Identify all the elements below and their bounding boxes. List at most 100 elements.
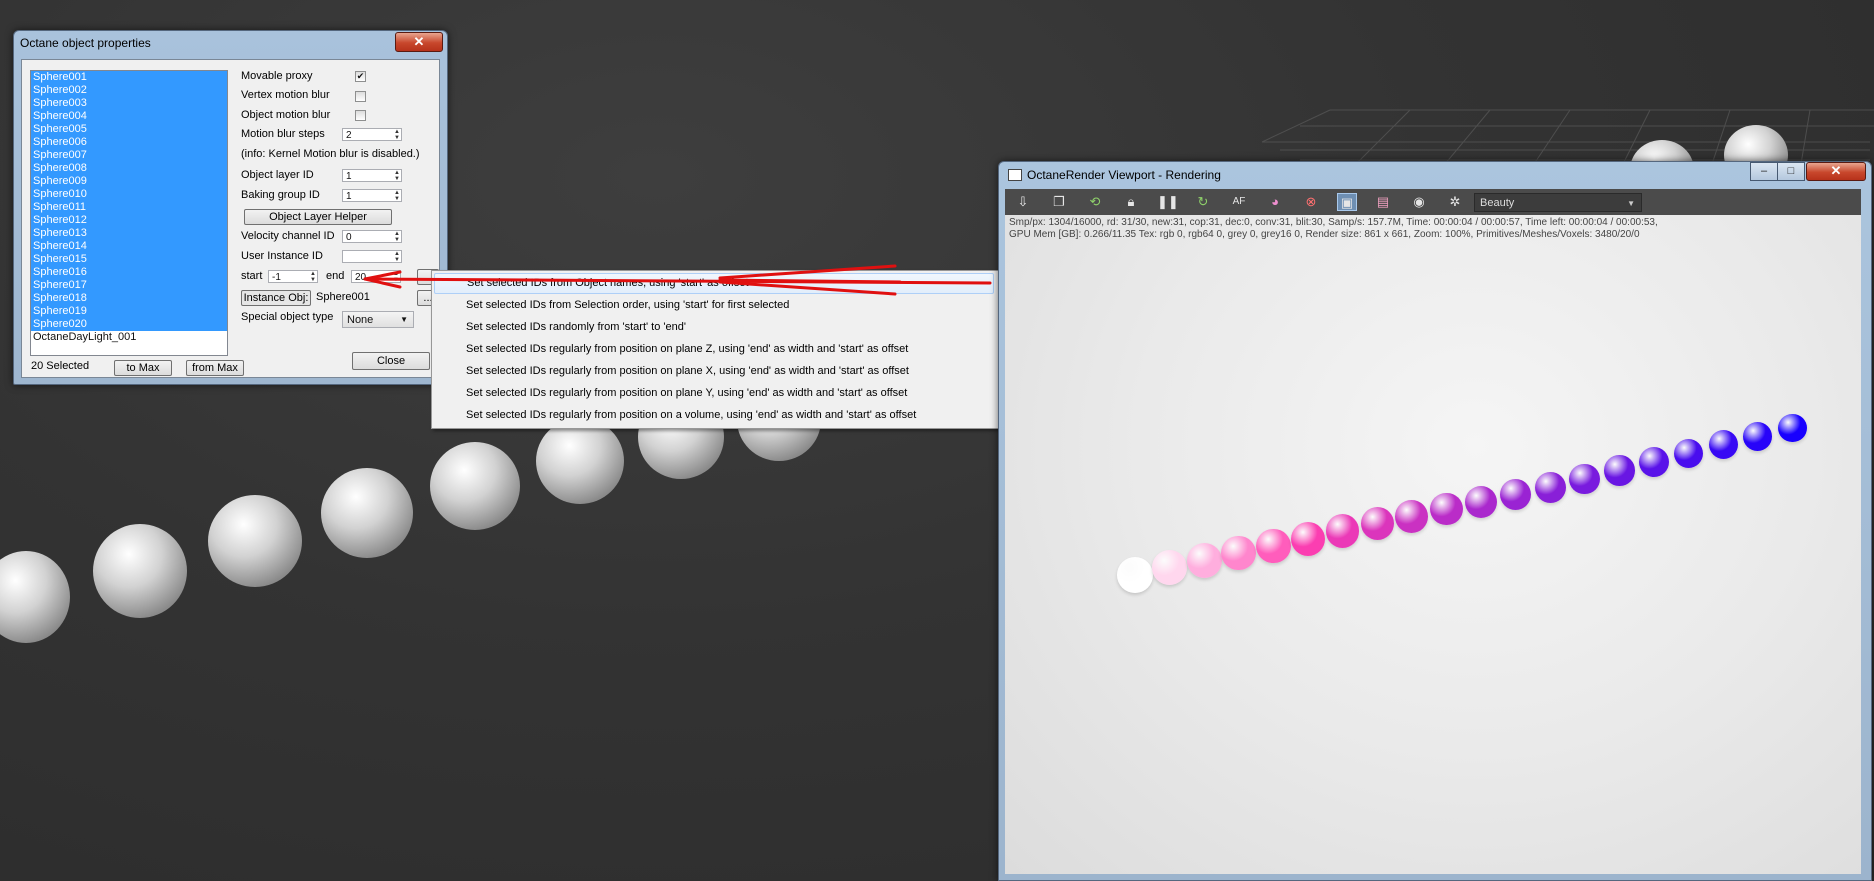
spinner-arrows-icon[interactable]: ▲ ▼: [394, 129, 400, 141]
motion-blur-steps-spinner[interactable]: 2 ▲ ▼: [342, 128, 402, 141]
list-item[interactable]: Sphere012: [31, 214, 227, 227]
baking-group-id-spinner[interactable]: 1 ▲ ▼: [342, 189, 402, 202]
spinner-arrows-icon[interactable]: ▲ ▼: [310, 271, 316, 283]
af-icon[interactable]: AF: [1229, 193, 1249, 211]
close-button[interactable]: Close: [352, 352, 430, 370]
list-item[interactable]: Sphere008: [31, 162, 227, 175]
object-layer-helper-button[interactable]: Object Layer Helper: [244, 209, 392, 225]
motion-blur-steps-label: Motion blur steps: [241, 128, 325, 140]
viewport-toolbar: ⇩ ❐ ⟲ 🔒︎ ❚❚ ↻ AF ◕ ⊗ ▣ ▤ ◉ ✲ Beauty ▼: [1005, 189, 1861, 215]
sphere: [93, 524, 187, 618]
menu-item[interactable]: Set selected IDs regularly from position…: [434, 339, 994, 360]
rendered-sphere: [1465, 486, 1497, 518]
list-item[interactable]: Sphere011: [31, 201, 227, 214]
instance-obj-button[interactable]: Instance Obj:: [241, 290, 311, 306]
dialog-title: Octane object properties: [20, 36, 151, 50]
list-item[interactable]: Sphere019: [31, 305, 227, 318]
list-item[interactable]: Sphere020: [31, 318, 227, 331]
sphere: [430, 442, 520, 530]
special-object-type-select[interactable]: None ▼: [342, 311, 414, 328]
render-pass-value: Beauty: [1480, 197, 1515, 209]
stats-line-2: GPU Mem [GB]: 0.266/11.35 Tex: rgb 0, rg…: [1009, 229, 1640, 240]
sphere: [208, 495, 302, 587]
sphere: [0, 551, 70, 643]
list-item[interactable]: Sphere018: [31, 292, 227, 305]
region-icon[interactable]: ▣: [1337, 193, 1357, 211]
rendered-sphere: [1256, 528, 1291, 563]
baking-group-id-value: 1: [346, 191, 352, 202]
refresh-icon[interactable]: ↻: [1193, 193, 1213, 211]
from-max-button[interactable]: from Max: [186, 360, 244, 376]
menu-item[interactable]: Set selected IDs randomly from 'start' t…: [434, 317, 994, 338]
settings-cross-icon[interactable]: ⊗: [1301, 193, 1321, 211]
special-object-type-label: Special object type: [241, 311, 334, 323]
rendered-sphere: [1221, 535, 1257, 571]
chevron-down-icon: ▼: [1627, 199, 1635, 208]
rendered-sphere: [1743, 422, 1773, 451]
menu-item[interactable]: Set selected IDs regularly from position…: [434, 383, 994, 404]
selected-count: 20 Selected: [31, 360, 90, 372]
list-item[interactable]: Sphere013: [31, 227, 227, 240]
object-motion-blur-checkbox[interactable]: [355, 110, 366, 121]
camera-icon[interactable]: ◉: [1409, 193, 1429, 211]
list-item[interactable]: Sphere016: [31, 266, 227, 279]
to-max-button[interactable]: to Max: [114, 360, 172, 376]
export-icon[interactable]: ⇩: [1013, 193, 1033, 211]
spinner-arrows-icon[interactable]: ▲ ▼: [394, 170, 400, 182]
object-list[interactable]: Sphere001 Sphere002 Sphere003 Sphere004 Sphe…: [30, 70, 228, 356]
list-item[interactable]: Sphere002: [31, 84, 227, 97]
viewport-close-icon[interactable]: ✕: [1806, 162, 1866, 181]
list-item[interactable]: Sphere015: [31, 253, 227, 266]
dialog-close-icon[interactable]: ✕: [395, 32, 443, 52]
list-item[interactable]: OctaneDayLight_001: [31, 331, 227, 344]
lock-icon[interactable]: 🔒︎: [1121, 193, 1141, 211]
object-layer-id-spinner[interactable]: 1 ▲ ▼: [342, 169, 402, 182]
list-item[interactable]: Sphere007: [31, 149, 227, 162]
start-spinner[interactable]: -1 ▲ ▼: [268, 270, 318, 283]
restart-icon[interactable]: ⟲: [1085, 193, 1105, 211]
list-item[interactable]: Sphere006: [31, 136, 227, 149]
minimize-icon[interactable]: –: [1750, 162, 1778, 181]
rendered-sphere: [1291, 521, 1325, 556]
rendered-sphere: [1604, 455, 1635, 486]
object-layer-id-label: Object layer ID: [241, 169, 314, 181]
vertex-motion-blur-label: Vertex motion blur: [241, 89, 330, 101]
list-item[interactable]: Sphere014: [31, 240, 227, 253]
color-icon[interactable]: ◕: [1265, 193, 1285, 211]
list-item[interactable]: Sphere009: [31, 175, 227, 188]
copy-icon[interactable]: ❐: [1049, 193, 1069, 211]
list-item[interactable]: Sphere003: [31, 97, 227, 110]
rendered-sphere: [1395, 500, 1429, 533]
octane-render-viewport-window: OctaneRender Viewport - Rendering – □ ✕ …: [998, 161, 1872, 881]
rendered-sphere: [1117, 557, 1153, 593]
red-arrow-annotation: [363, 264, 992, 296]
render-pass-select[interactable]: Beauty ▼: [1474, 193, 1642, 212]
menu-item[interactable]: Set selected IDs regularly from position…: [434, 361, 994, 382]
movable-proxy-checkbox[interactable]: ✔: [355, 71, 366, 82]
vertex-motion-blur-checkbox[interactable]: [355, 91, 366, 102]
list-item[interactable]: Sphere010: [31, 188, 227, 201]
pause-icon[interactable]: ❚❚: [1157, 193, 1179, 211]
list-item[interactable]: Sphere005: [31, 123, 227, 136]
object-layer-id-value: 1: [346, 171, 352, 182]
list-item[interactable]: Sphere017: [31, 279, 227, 292]
menu-item[interactable]: Set selected IDs regularly from position…: [434, 405, 994, 426]
film-icon[interactable]: ▤: [1373, 193, 1393, 211]
rendered-sphere: [1534, 471, 1566, 503]
maximize-icon[interactable]: □: [1777, 162, 1805, 181]
movable-proxy-label: Movable proxy: [241, 70, 313, 82]
kernel-info-text: (info: Kernel Motion blur is disabled.): [241, 148, 420, 160]
dialog-body: Sphere001 Sphere002 Sphere003 Sphere004 Sphe…: [21, 59, 440, 378]
list-item[interactable]: Sphere004: [31, 110, 227, 123]
velocity-channel-id-spinner[interactable]: 0 ▲ ▼: [342, 230, 402, 243]
sphere: [536, 418, 624, 504]
spinner-arrows-icon[interactable]: ▲ ▼: [394, 231, 400, 243]
rendered-sphere: [1325, 514, 1360, 548]
rendered-sphere: [1778, 413, 1807, 443]
rendered-sphere: [1708, 430, 1738, 460]
list-item[interactable]: Sphere001: [31, 71, 227, 84]
render-canvas[interactable]: Smp/px: 1304/16000, rd: 31/30, new:31, c…: [1005, 215, 1861, 874]
gear-icon[interactable]: ✲: [1445, 193, 1465, 211]
sphere: [321, 468, 413, 558]
spinner-arrows-icon[interactable]: ▲ ▼: [394, 190, 400, 202]
